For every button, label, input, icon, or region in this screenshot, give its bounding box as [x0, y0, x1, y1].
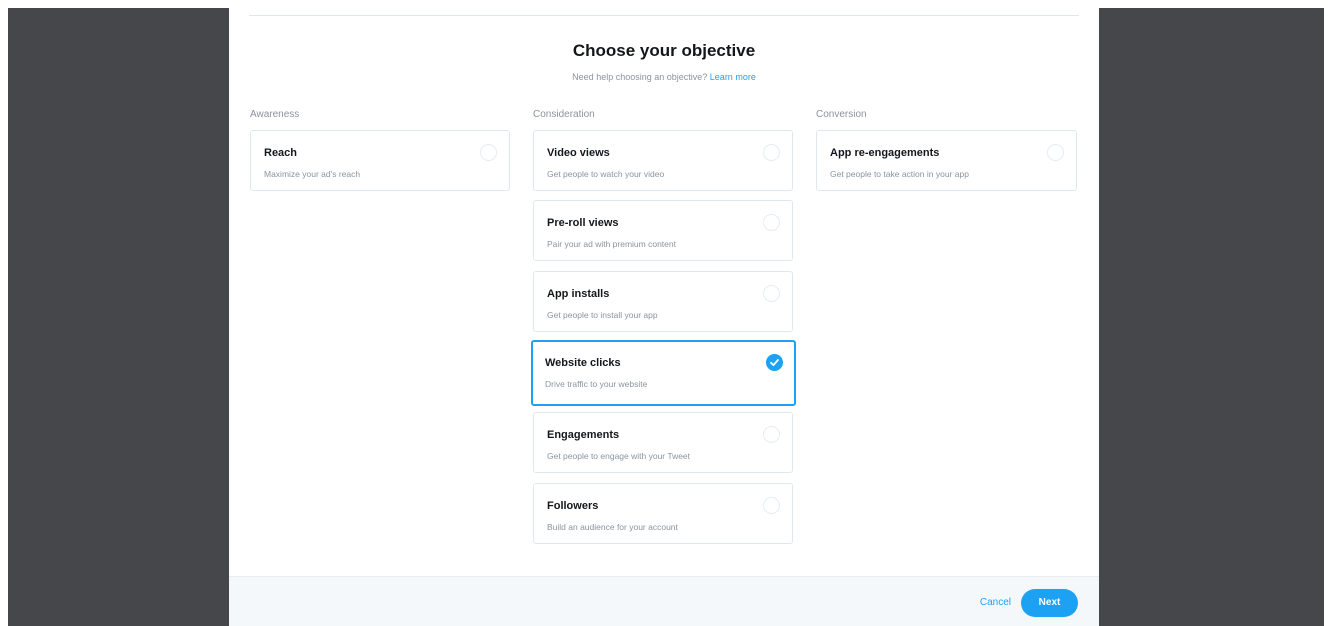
radio-empty-icon[interactable] [763, 214, 780, 231]
objective-title: App installs [547, 288, 610, 300]
radio-empty-icon[interactable] [763, 497, 780, 514]
objective-title: Pre-roll views [547, 217, 619, 229]
objective-description: Build an audience for your account [547, 522, 678, 532]
objective-description: Get people to engage with your Tweet [547, 451, 691, 461]
objective-title: App re-engagements [830, 147, 940, 159]
objective-description: Drive traffic to your website [545, 379, 648, 389]
radio-empty-icon[interactable] [1047, 144, 1064, 161]
objective-card-website-clicks[interactable]: Website clicks Drive traffic to your web… [531, 340, 796, 406]
objective-card-reach[interactable]: Reach Maximize your ad's reach [250, 130, 510, 191]
objective-description: Pair your ad with premium content [547, 239, 676, 249]
objective-card-app-installs[interactable]: App installs Get people to install your … [533, 271, 793, 332]
radio-empty-icon[interactable] [480, 144, 497, 161]
objective-card-video-views[interactable]: Video views Get people to watch your vid… [533, 130, 793, 191]
cancel-button[interactable]: Cancel [980, 597, 1011, 608]
objective-card-app-re-engagements[interactable]: App re-engagements Get people to take ac… [816, 130, 1077, 191]
objective-card-followers[interactable]: Followers Build an audience for your acc… [533, 483, 793, 544]
objective-title: Followers [547, 500, 599, 512]
column-header-awareness: Awareness [250, 109, 300, 120]
top-divider [249, 15, 1079, 16]
help-text: Need help choosing an objective? [572, 72, 708, 82]
objective-description: Get people to take action in your app [830, 169, 969, 179]
help-text-row: Need help choosing an objective? Learn m… [229, 72, 1099, 82]
radio-empty-icon[interactable] [763, 144, 780, 161]
radio-empty-icon[interactable] [763, 285, 780, 302]
page-title: Choose your objective [572, 41, 756, 60]
objective-title: Reach [264, 147, 298, 159]
objective-description: Get people to watch your video [547, 169, 665, 179]
objective-modal: Choose your objective Need help choosing… [229, 8, 1099, 626]
modal-footer: Cancel Next [229, 576, 1099, 626]
objective-description: Maximize your ad's reach [264, 169, 361, 179]
objective-title: Website clicks [545, 357, 621, 369]
objective-card-pre-roll-views[interactable]: Pre-roll views Pair your ad with premium… [533, 200, 793, 261]
objective-card-engagements[interactable]: Engagements Get people to engage with yo… [533, 412, 793, 473]
column-header-conversion: Conversion [816, 109, 867, 120]
objective-description: Get people to install your app [547, 310, 658, 320]
next-button[interactable]: Next [1021, 589, 1078, 617]
learn-more-link[interactable]: Learn more [710, 72, 756, 82]
check-icon[interactable] [766, 354, 783, 371]
objective-title: Video views [547, 147, 610, 159]
objective-title: Engagements [547, 429, 620, 441]
radio-empty-icon[interactable] [763, 426, 780, 443]
column-header-consideration: Consideration [533, 109, 595, 120]
